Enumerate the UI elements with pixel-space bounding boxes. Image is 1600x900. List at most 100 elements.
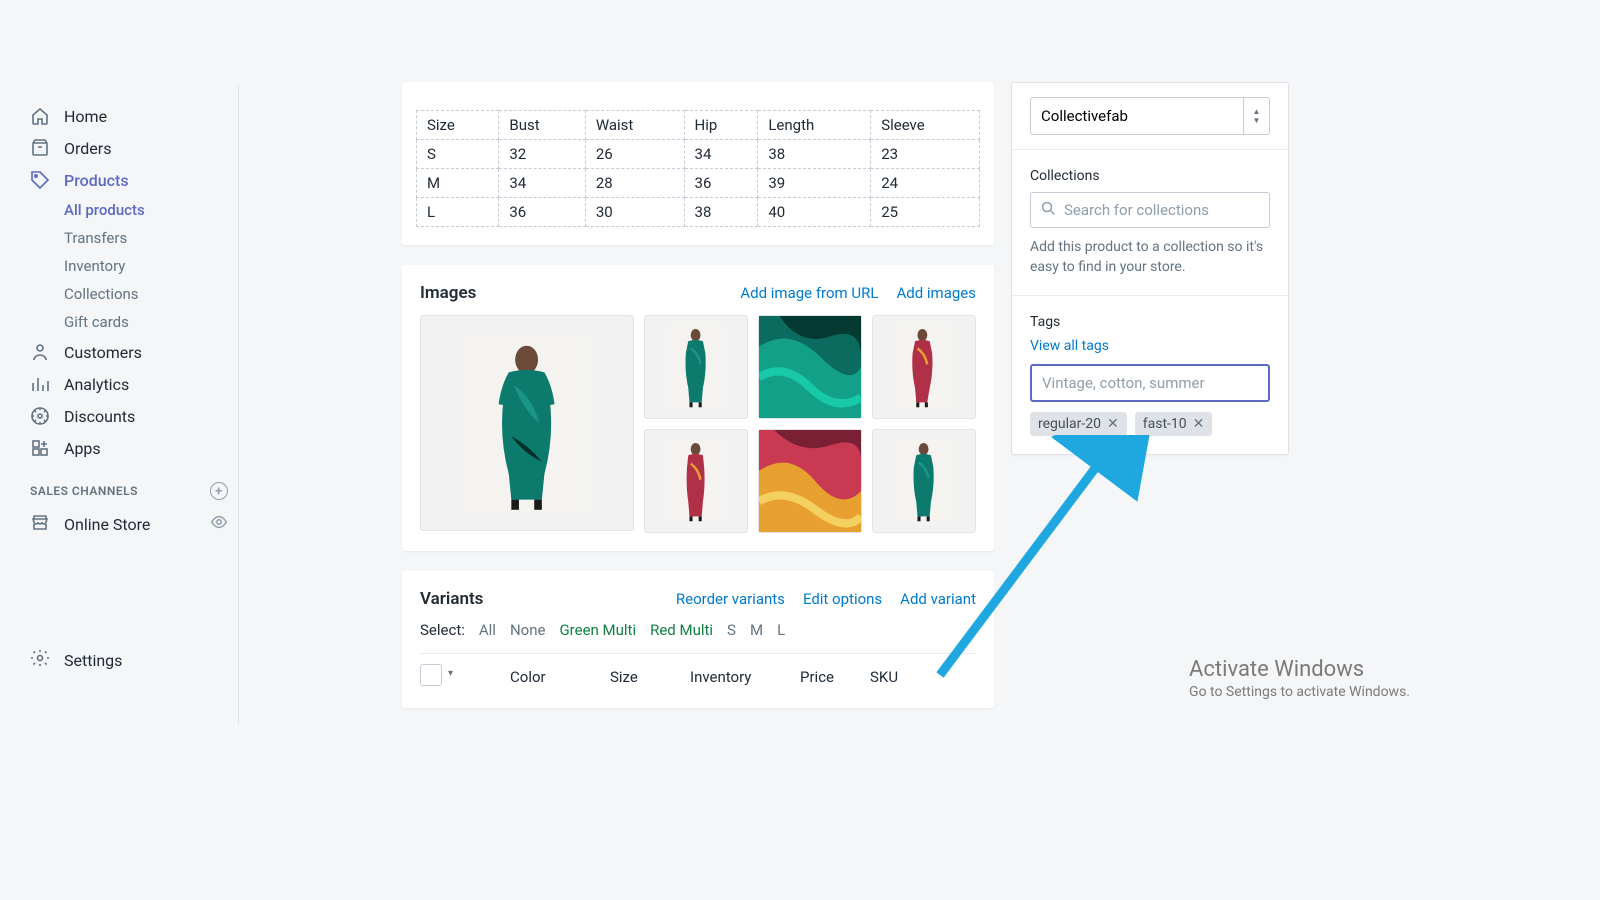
product-image-thumb[interactable]	[644, 315, 748, 419]
variants-card: Variants Reorder variants Edit options A…	[402, 571, 994, 708]
subnav-transfers[interactable]: Transfers	[64, 224, 238, 252]
product-image-thumb[interactable]	[872, 315, 976, 419]
table-header-row: Size Bust Waist Hip Length Sleeve	[417, 111, 980, 140]
col-sku: SKU	[870, 668, 898, 686]
table-row: S3226343823	[417, 140, 980, 169]
main-content: Size Bust Waist Hip Length Sleeve S32263…	[402, 82, 994, 728]
collections-help: Add this product to a collection so it's…	[1030, 238, 1270, 277]
tag-chip: regular-20 ✕	[1030, 412, 1127, 436]
subnav-all-products[interactable]: All products	[64, 196, 238, 224]
nav-label: Analytics	[64, 375, 129, 394]
nav-orders[interactable]: Orders	[20, 132, 238, 164]
product-image-thumb[interactable]	[644, 429, 748, 533]
vendor-value: Collectivefab	[1041, 107, 1128, 125]
images-title: Images	[420, 283, 476, 303]
vendor-dropdown[interactable]: Collectivefab ▲▼	[1030, 97, 1270, 135]
th: Hip	[684, 111, 758, 140]
gear-icon	[30, 648, 50, 672]
nav-discounts[interactable]: Discounts	[20, 400, 238, 432]
products-subnav: All products Transfers Inventory Collect…	[20, 196, 238, 336]
th: Sleeve	[871, 111, 980, 140]
nav-label: Orders	[64, 139, 111, 158]
eye-icon[interactable]	[210, 513, 228, 535]
select-red-multi[interactable]: Red Multi	[650, 621, 713, 639]
nav-online-store[interactable]: Online Store	[20, 506, 238, 542]
col-color: Color	[510, 668, 610, 686]
variant-select-row: Select: All None Green Multi Red Multi S…	[420, 621, 976, 639]
collections-label: Collections	[1030, 168, 1270, 184]
organization-card: Collectivefab ▲▼ Collections Search for …	[1011, 82, 1289, 455]
edit-options-link[interactable]: Edit options	[803, 590, 882, 608]
tags-input[interactable]	[1042, 374, 1258, 392]
right-sidebar: Collectivefab ▲▼ Collections Search for …	[1011, 82, 1289, 455]
images-card: Images Add image from URL Add images	[402, 265, 994, 551]
select-m[interactable]: M	[750, 621, 763, 639]
th: Length	[758, 111, 871, 140]
select-green-multi[interactable]: Green Multi	[559, 621, 636, 639]
col-inventory: Inventory	[690, 668, 800, 686]
customers-icon	[30, 342, 50, 362]
activate-windows-watermark: Activate Windows Go to Settings to activ…	[1189, 657, 1410, 700]
product-image-thumb[interactable]	[872, 429, 976, 533]
tag-icon	[30, 170, 50, 190]
subnav-gift-cards[interactable]: Gift cards	[64, 308, 238, 336]
nav-products[interactable]: Products	[20, 164, 238, 196]
add-variant-link[interactable]: Add variant	[900, 590, 976, 608]
product-image-thumb[interactable]	[758, 315, 862, 419]
select-label: Select:	[420, 621, 465, 639]
nav-label: Customers	[64, 343, 142, 362]
tag-text: fast-10	[1143, 416, 1187, 432]
nav-home[interactable]: Home	[20, 100, 238, 132]
sidebar-divider	[238, 85, 239, 725]
th: Size	[417, 111, 499, 140]
select-none[interactable]: None	[510, 621, 546, 639]
placeholder-text: Search for collections	[1064, 201, 1209, 219]
nav-label: Apps	[64, 439, 101, 458]
apps-icon	[30, 438, 50, 458]
variants-title: Variants	[420, 589, 483, 609]
chevron-updown-icon: ▲▼	[1243, 98, 1269, 134]
tags-label: Tags	[1030, 314, 1270, 330]
nav-label: Discounts	[64, 407, 135, 426]
nav-analytics[interactable]: Analytics	[20, 368, 238, 400]
nav-customers[interactable]: Customers	[20, 336, 238, 368]
select-all[interactable]: All	[479, 621, 496, 639]
add-image-url-link[interactable]: Add image from URL	[740, 284, 878, 302]
store-icon	[30, 512, 50, 536]
table-row: M3428363924	[417, 169, 980, 198]
activate-subtitle: Go to Settings to activate Windows.	[1189, 684, 1410, 700]
subnav-collections[interactable]: Collections	[64, 280, 238, 308]
view-all-tags-link[interactable]: View all tags	[1030, 338, 1270, 354]
col-price: Price	[800, 668, 870, 686]
tag-chip: fast-10 ✕	[1135, 412, 1213, 436]
product-image-thumb[interactable]	[758, 429, 862, 533]
nav-label: Home	[64, 107, 107, 126]
select-l[interactable]: L	[777, 621, 785, 639]
home-icon	[30, 106, 50, 126]
tags-input-wrapper[interactable]	[1030, 364, 1270, 402]
reorder-variants-link[interactable]: Reorder variants	[676, 590, 785, 608]
product-image-main[interactable]	[420, 315, 634, 531]
add-channel-icon[interactable]: +	[210, 482, 228, 500]
size-table: Size Bust Waist Hip Length Sleeve S32263…	[416, 110, 980, 227]
sidebar: Home Orders Products All products Transf…	[20, 100, 238, 542]
nav-apps[interactable]: Apps	[20, 432, 238, 464]
select-all-checkbox[interactable]	[420, 664, 442, 686]
tag-text: regular-20	[1038, 416, 1101, 432]
add-images-link[interactable]: Add images	[896, 284, 976, 302]
table-row: L3630384025	[417, 198, 980, 227]
search-icon	[1041, 201, 1056, 220]
nav-label: Products	[64, 171, 129, 190]
remove-tag-icon[interactable]: ✕	[1107, 416, 1119, 432]
activate-title: Activate Windows	[1189, 657, 1410, 682]
size-card: Size Bust Waist Hip Length Sleeve S32263…	[402, 82, 994, 245]
remove-tag-icon[interactable]: ✕	[1193, 416, 1205, 432]
subnav-inventory[interactable]: Inventory	[64, 252, 238, 280]
analytics-icon	[30, 374, 50, 394]
collections-search[interactable]: Search for collections	[1030, 192, 1270, 228]
orders-icon	[30, 138, 50, 158]
nav-label: Settings	[64, 651, 122, 670]
select-s[interactable]: S	[727, 621, 736, 639]
nav-label: Online Store	[64, 515, 150, 534]
th: Waist	[585, 111, 684, 140]
